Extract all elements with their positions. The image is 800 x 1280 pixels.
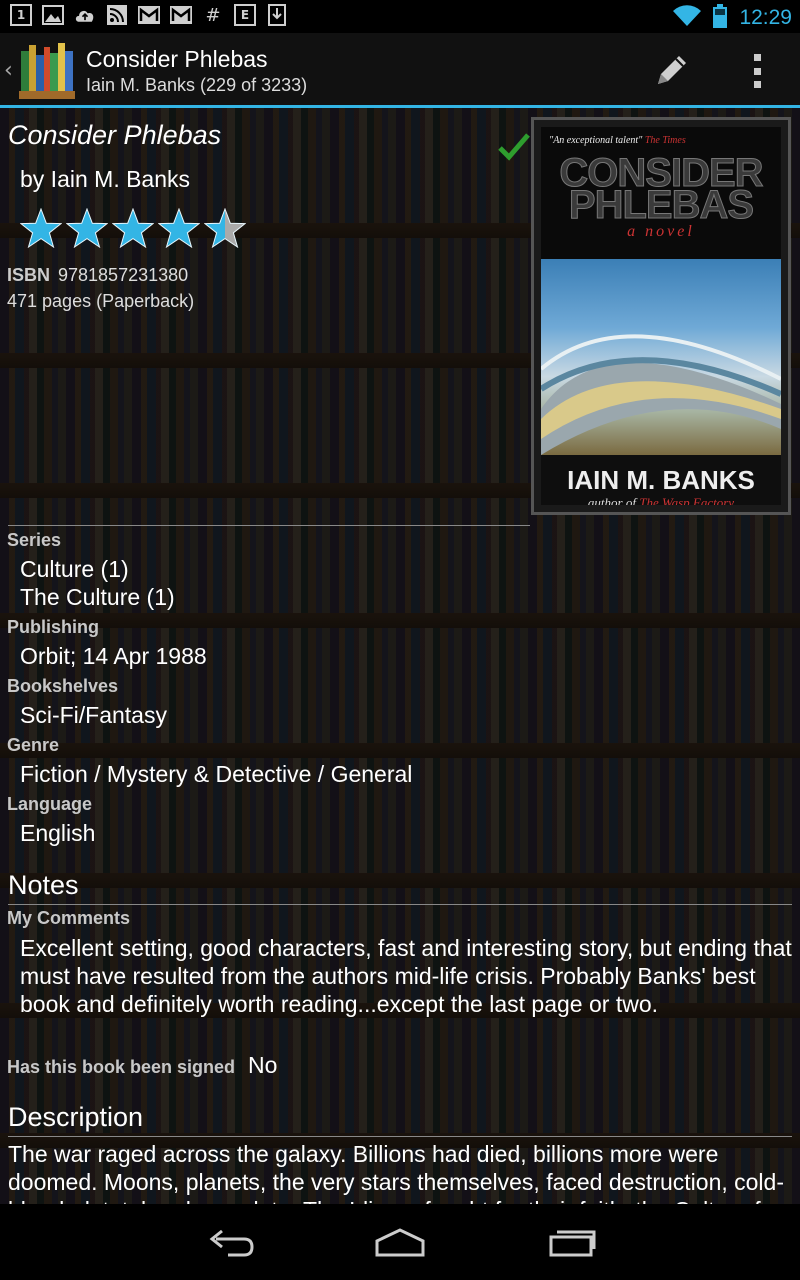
battery-icon xyxy=(713,4,728,32)
my-comments-label: My Comments xyxy=(7,908,131,928)
rss-icon xyxy=(106,4,128,26)
download-icon xyxy=(266,4,288,26)
ebook-icon: E xyxy=(234,4,256,26)
genre-label: Genre xyxy=(7,735,60,755)
cover-footer: author of The Wasp Factory xyxy=(587,495,735,505)
pages-format: 471 pages (Paperback) xyxy=(7,291,195,311)
action-bar-subtitle: Iain M. Banks (229 of 3233) xyxy=(86,75,308,95)
app-logo-icon[interactable] xyxy=(19,41,75,99)
description-heading: Description xyxy=(8,1102,144,1132)
home-button[interactable] xyxy=(370,1218,430,1266)
book-details-content[interactable]: Consider Phlebas by Iain M. Banks ISBN 9… xyxy=(0,108,800,1204)
bookshelves-label: Bookshelves xyxy=(7,676,119,696)
overflow-dot xyxy=(753,67,761,75)
divider xyxy=(8,904,792,905)
isbn-label: ISBN xyxy=(7,265,51,285)
action-bar-title: Consider Phlebas xyxy=(86,46,268,72)
rating-star-icon[interactable] xyxy=(66,208,108,248)
series-item: Culture (1) xyxy=(20,556,129,582)
series-item: The Culture (1) xyxy=(20,584,175,610)
hashtag-icon: # xyxy=(205,4,221,26)
book-author: by Iain M. Banks xyxy=(20,166,191,192)
cover-title-line-2: PHLEBAS xyxy=(568,183,754,227)
up-navigation-icon[interactable]: ‹ xyxy=(4,58,13,83)
cover-inner: "An exceptional talent" The Times CONSID… xyxy=(541,127,781,505)
rating-star-icon[interactable] xyxy=(158,208,200,248)
home-icon xyxy=(375,1228,425,1257)
calendar-icon: 1 xyxy=(10,4,32,26)
navigation-bar xyxy=(0,1204,800,1280)
isbn-value: 9781857231380 xyxy=(58,265,189,285)
cover-subtitle: a novel xyxy=(627,223,695,240)
back-button[interactable] xyxy=(200,1218,260,1266)
cover-artwork xyxy=(541,259,781,455)
overflow-menu-button[interactable] xyxy=(744,54,770,88)
read-check-icon[interactable] xyxy=(498,132,530,162)
cloud-upload-icon xyxy=(74,4,96,26)
description-text: The war raged across the galaxy. Billion… xyxy=(8,1141,784,1204)
rating-star-icon[interactable] xyxy=(20,208,62,248)
signed-label: Has this book been signed xyxy=(7,1057,236,1077)
language-label: Language xyxy=(7,794,93,814)
overflow-dot xyxy=(753,81,761,88)
cover-author: IAIN M. BANKS xyxy=(567,465,755,495)
back-icon xyxy=(209,1229,254,1257)
overflow-dot xyxy=(753,54,761,61)
image-icon xyxy=(42,4,64,26)
system-icons: 12:29 xyxy=(673,4,792,32)
wifi-icon xyxy=(673,5,702,31)
book-title: Consider Phlebas xyxy=(8,120,222,150)
recent-apps-button[interactable] xyxy=(542,1218,602,1266)
pencil-icon xyxy=(658,56,686,84)
gmail-icon xyxy=(170,4,192,26)
status-bar: 1 # E 12:29 xyxy=(0,0,800,33)
book-cover-image[interactable]: "An exceptional talent" The Times CONSID… xyxy=(531,117,791,515)
signed-value: No xyxy=(248,1052,278,1078)
notification-icons: 1 # E xyxy=(10,4,288,26)
rating-star-icon[interactable] xyxy=(112,208,154,248)
language-value: English xyxy=(20,820,96,846)
rating-star-icon[interactable] xyxy=(204,208,246,248)
publishing-label: Publishing xyxy=(7,617,99,637)
my-comments-text: Excellent setting, good characters, fast… xyxy=(20,935,792,1017)
gmail-icon xyxy=(138,4,160,26)
cover-tagline: "An exceptional talent" The Times xyxy=(549,135,686,146)
divider xyxy=(8,1136,792,1137)
bookshelves-value: Sci-Fi/Fantasy xyxy=(20,702,167,728)
publishing-value: Orbit; 14 Apr 1988 xyxy=(20,643,207,669)
clock: 12:29 xyxy=(739,6,792,29)
rating-bar[interactable] xyxy=(20,208,246,248)
notes-heading: Notes xyxy=(8,870,79,900)
series-label: Series xyxy=(7,530,62,550)
genre-value: Fiction / Mystery & Detective / General xyxy=(20,761,413,787)
recent-apps-icon xyxy=(549,1230,596,1257)
divider xyxy=(8,525,530,526)
edit-book-button[interactable] xyxy=(652,50,692,90)
